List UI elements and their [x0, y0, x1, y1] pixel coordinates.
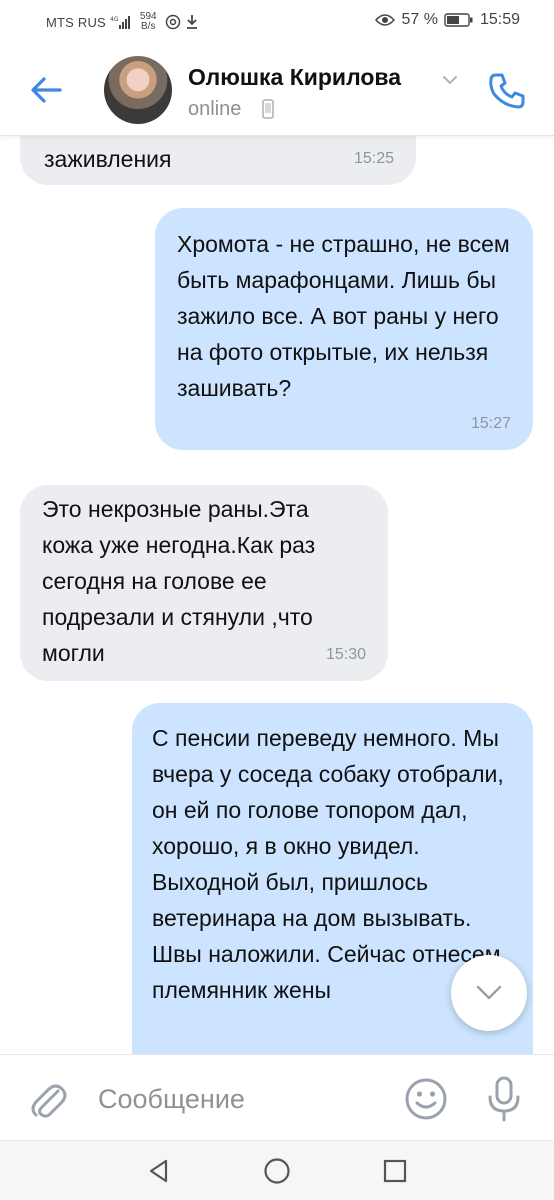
attach-button[interactable] — [28, 1077, 68, 1121]
message-input[interactable] — [98, 1079, 388, 1119]
back-button[interactable] — [26, 70, 66, 110]
message-bubble-incoming[interactable]: Это некрозные раны.Эта кожа уже негодна.… — [20, 485, 388, 681]
avatar[interactable] — [104, 56, 172, 124]
status-left: MTS RUS 4G 594 B/s — [46, 12, 199, 32]
message-bubble-incoming[interactable]: заживления 15:25 — [20, 136, 416, 185]
nav-home-icon[interactable] — [262, 1156, 292, 1186]
eye-icon — [375, 14, 396, 26]
clock: 15:59 — [479, 11, 520, 28]
message-text: С пенсии переведу немного. Мы вчера у со… — [152, 725, 507, 1003]
chevron-down-icon — [476, 985, 502, 1000]
contact-name[interactable]: Олюшка Кирилова — [188, 64, 401, 91]
battery-percent: 57 % — [401, 11, 438, 28]
carrier-name: MTS RUS — [46, 14, 106, 30]
message-list[interactable]: заживления 15:25 Хромота - не страшно, н… — [0, 136, 554, 1054]
nav-back-icon[interactable] — [146, 1158, 172, 1184]
at-icon — [165, 14, 180, 30]
phone-icon — [489, 73, 525, 109]
emoji-button[interactable] — [404, 1077, 448, 1121]
message-time: 15:27 — [470, 415, 511, 432]
chevron-down-icon[interactable] — [440, 70, 460, 90]
message-text: заживления — [44, 146, 172, 172]
system-navigation-bar — [0, 1140, 554, 1200]
call-button[interactable] — [486, 70, 528, 112]
network-speed-unit: B/s — [141, 21, 156, 32]
message-time: 15:25 — [353, 150, 394, 167]
mobile-device-icon — [262, 99, 274, 119]
status-right: 57 % 15:59 — [375, 11, 520, 29]
composer-bar — [0, 1054, 554, 1140]
message-text: Хромота - не страшно, не всем быть мараф… — [177, 231, 510, 401]
online-status: online — [188, 98, 242, 120]
svg-text:4G: 4G — [110, 16, 119, 23]
paperclip-icon — [31, 1084, 67, 1118]
scroll-down-button[interactable] — [451, 955, 527, 1031]
status-bar: MTS RUS 4G 594 B/s 57 % 15:59 — [0, 0, 554, 44]
battery-icon — [444, 13, 473, 27]
chat-header: Олюшка Кирилова online — [0, 44, 554, 136]
signal-icon: 4G — [110, 16, 130, 29]
message-bubble-outgoing[interactable]: Хромота - не страшно, не всем быть мараф… — [155, 208, 533, 450]
message-text: Это некрозные раны.Эта кожа уже негодна.… — [42, 496, 316, 666]
network-speed: 594 B/s — [140, 12, 157, 32]
smile-icon — [405, 1078, 447, 1120]
download-icon — [186, 15, 197, 29]
voice-record-button[interactable] — [484, 1075, 524, 1123]
microphone-icon — [488, 1076, 520, 1122]
arrow-left-icon — [31, 77, 62, 103]
nav-recent-apps-icon[interactable] — [382, 1158, 408, 1184]
message-time: 15:30 — [325, 646, 366, 663]
